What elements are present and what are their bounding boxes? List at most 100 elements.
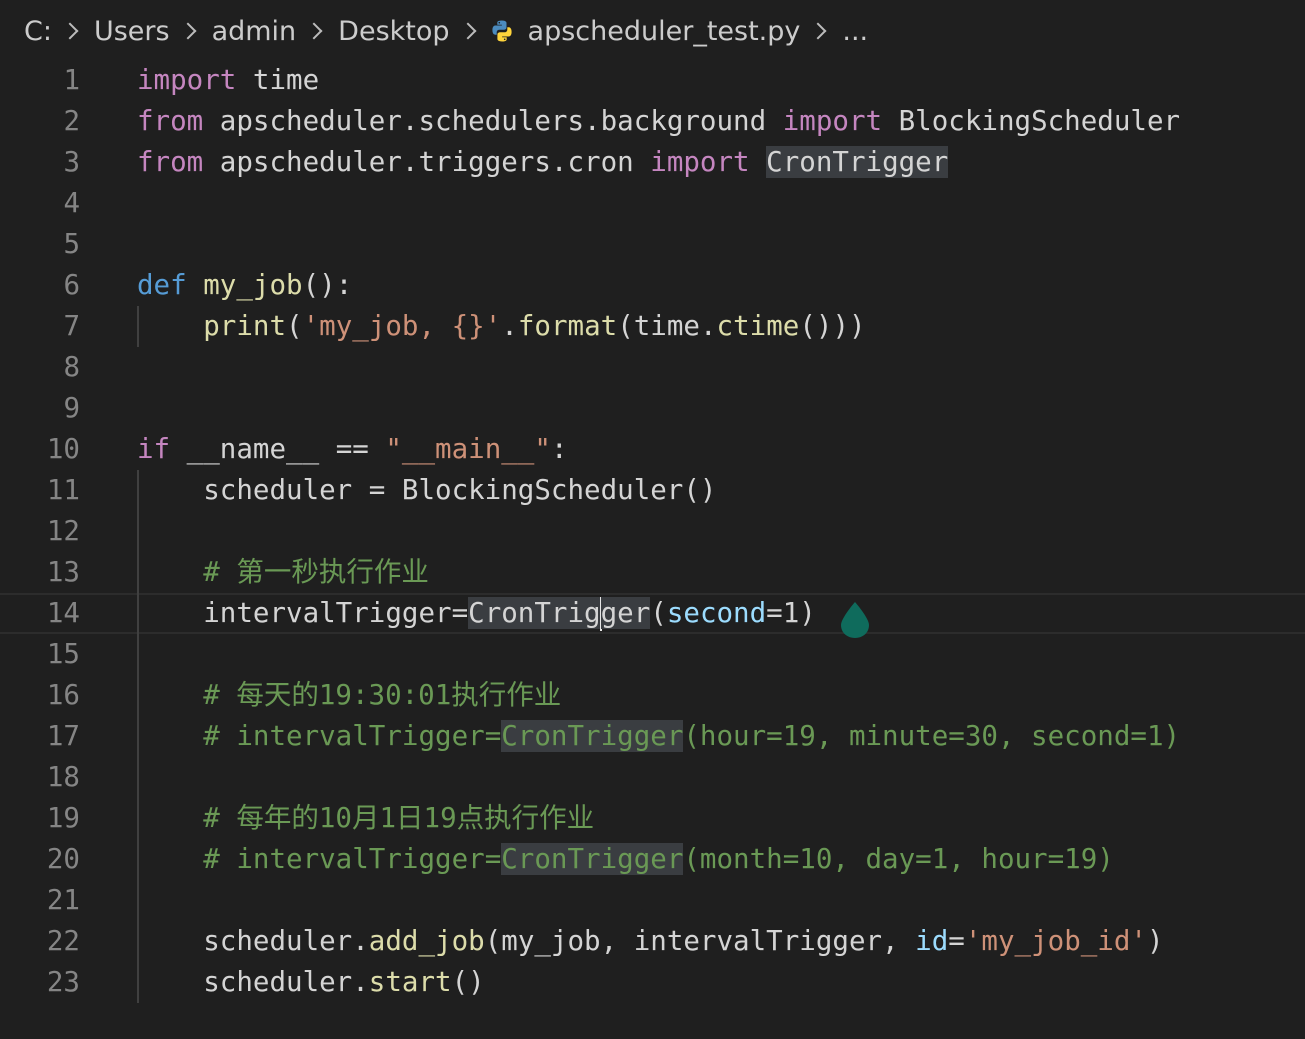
chevron-right-icon <box>179 22 197 40</box>
code-token: (): <box>302 269 353 301</box>
code-text: from apscheduler.schedulers.background i… <box>137 101 1180 142</box>
code-token: (time. <box>617 310 717 342</box>
code-line[interactable]: 9 <box>0 388 1305 429</box>
code-line[interactable]: 3 from apscheduler.triggers.cron import C… <box>0 142 1305 183</box>
code-line[interactable]: 21 <box>0 880 1305 921</box>
code-token: id <box>915 925 949 957</box>
breadcrumb-item-symbol[interactable]: ... <box>842 16 868 47</box>
code-line[interactable]: 12 <box>0 511 1305 552</box>
code-text: import time <box>137 60 319 101</box>
code-line[interactable]: 4 <box>0 183 1305 224</box>
code-text: # intervalTrigger=CronTrigger(month=10, … <box>137 839 1114 880</box>
code-text: def my_job(): <box>137 265 352 306</box>
breadcrumb-item-users[interactable]: Users <box>94 16 170 47</box>
code-text: intervalTrigger=CronTrigger(second=1) <box>137 595 816 632</box>
code-line[interactable]: 20 # intervalTrigger=CronTrigger(month=1… <box>0 839 1305 880</box>
code-token: # intervalTrigger= <box>203 843 502 875</box>
chevron-right-icon <box>459 22 477 40</box>
line-number: 12 <box>46 515 80 547</box>
breadcrumb: C: Users admin Desktop apscheduler_test.… <box>0 0 1305 62</box>
breadcrumb-item-admin[interactable]: admin <box>212 16 297 47</box>
code-token: ctime <box>716 310 800 342</box>
code-line[interactable]: 22 scheduler.add_job(my_job, intervalTri… <box>0 921 1305 962</box>
code-token: from <box>137 105 204 137</box>
code-text: # 每天的19:30:01执行作业 <box>137 675 561 716</box>
code-text: scheduler.add_job(my_job, intervalTrigge… <box>137 921 1163 962</box>
breadcrumb-item-desktop[interactable]: Desktop <box>338 16 449 47</box>
line-number: 21 <box>46 884 80 916</box>
code-token: . <box>501 310 518 342</box>
line-number: 14 <box>46 597 80 629</box>
line-number: 20 <box>46 843 80 875</box>
code-token: intervalTrigger= <box>137 597 469 629</box>
code-text: if __name__ == "__main__": <box>137 429 568 470</box>
line-number: 5 <box>63 228 80 260</box>
code-token: import <box>782 105 883 137</box>
code-line[interactable]: 5 <box>0 224 1305 265</box>
code-text: from apscheduler.triggers.cron import Cr… <box>137 142 949 183</box>
chevron-right-icon <box>305 22 323 40</box>
code-token: CronTrigger <box>501 720 684 752</box>
code-token: if <box>137 433 171 465</box>
code-line[interactable]: 1 import time <box>0 60 1305 101</box>
line-number: 18 <box>46 761 80 793</box>
code-line[interactable]: 14 intervalTrigger=CronTrigger(second=1) <box>0 593 1305 634</box>
code-token: def <box>137 269 187 301</box>
code-token: = <box>948 925 965 957</box>
code-token: scheduler. <box>137 925 369 957</box>
line-number: 13 <box>46 556 80 588</box>
code-line[interactable]: 11 scheduler = BlockingScheduler() <box>0 470 1305 511</box>
code-line[interactable]: 23 scheduler.start() <box>0 962 1305 1003</box>
code-line[interactable]: 19 # 每年的10月1日19点执行作业 <box>0 798 1305 839</box>
code-token: (month=10, day=1, hour=19) <box>683 843 1114 875</box>
code-token: 'my_job_id' <box>964 925 1147 957</box>
code-line[interactable]: 2 from apscheduler.schedulers.background … <box>0 101 1305 142</box>
code-token: __name__ == <box>170 433 386 465</box>
code-line[interactable]: 6 def my_job(): <box>0 265 1305 306</box>
line-number: 2 <box>63 105 80 137</box>
code-text: # 每年的10月1日19点执行作业 <box>137 798 594 839</box>
code-token: add_job <box>368 925 485 957</box>
code-token: import <box>650 146 750 178</box>
line-number: 3 <box>63 146 80 178</box>
python-file-icon <box>490 19 514 43</box>
code-token: # intervalTrigger= <box>203 720 502 752</box>
code-line[interactable]: 10 if __name__ == "__main__": <box>0 429 1305 470</box>
code-token: ger <box>600 597 651 629</box>
code-token: format <box>517 310 618 342</box>
code-token: start <box>368 966 452 998</box>
line-number: 10 <box>46 433 80 465</box>
code-line[interactable]: 18 <box>0 757 1305 798</box>
code-line[interactable]: 8 <box>0 347 1305 388</box>
line-number: 15 <box>46 638 80 670</box>
breadcrumb-item-drive[interactable]: C: <box>24 16 52 47</box>
line-number: 17 <box>46 720 80 752</box>
chevron-right-icon <box>61 22 79 40</box>
code-token: # 每天的19:30:01执行作业 <box>203 679 562 711</box>
line-number: 16 <box>46 679 80 711</box>
line-number: 1 <box>63 64 80 96</box>
code-token: scheduler. <box>137 966 369 998</box>
code-token: time <box>236 64 320 96</box>
code-token: print <box>203 310 287 342</box>
code-token: ( <box>286 310 303 342</box>
code-line[interactable]: 17 # intervalTrigger=CronTrigger(hour=19… <box>0 716 1305 757</box>
breadcrumb-item-file[interactable]: apscheduler_test.py <box>528 16 801 47</box>
code-editor[interactable]: 1 import time 2 from apscheduler.schedulers… <box>0 60 1305 1039</box>
code-token: CronTrigger <box>766 146 949 178</box>
code-line[interactable]: 16 # 每天的19:30:01执行作业 <box>0 675 1305 716</box>
code-token: second <box>666 597 767 629</box>
line-number: 19 <box>46 802 80 834</box>
code-line[interactable]: 13 # 第一秒执行作业 <box>0 552 1305 593</box>
line-number: 7 <box>63 310 80 342</box>
code-line[interactable]: 7 print('my_job, {}'.format(time.ctime()… <box>0 306 1305 347</box>
code-line[interactable]: 15 <box>0 634 1305 675</box>
code-token: () <box>451 966 485 998</box>
